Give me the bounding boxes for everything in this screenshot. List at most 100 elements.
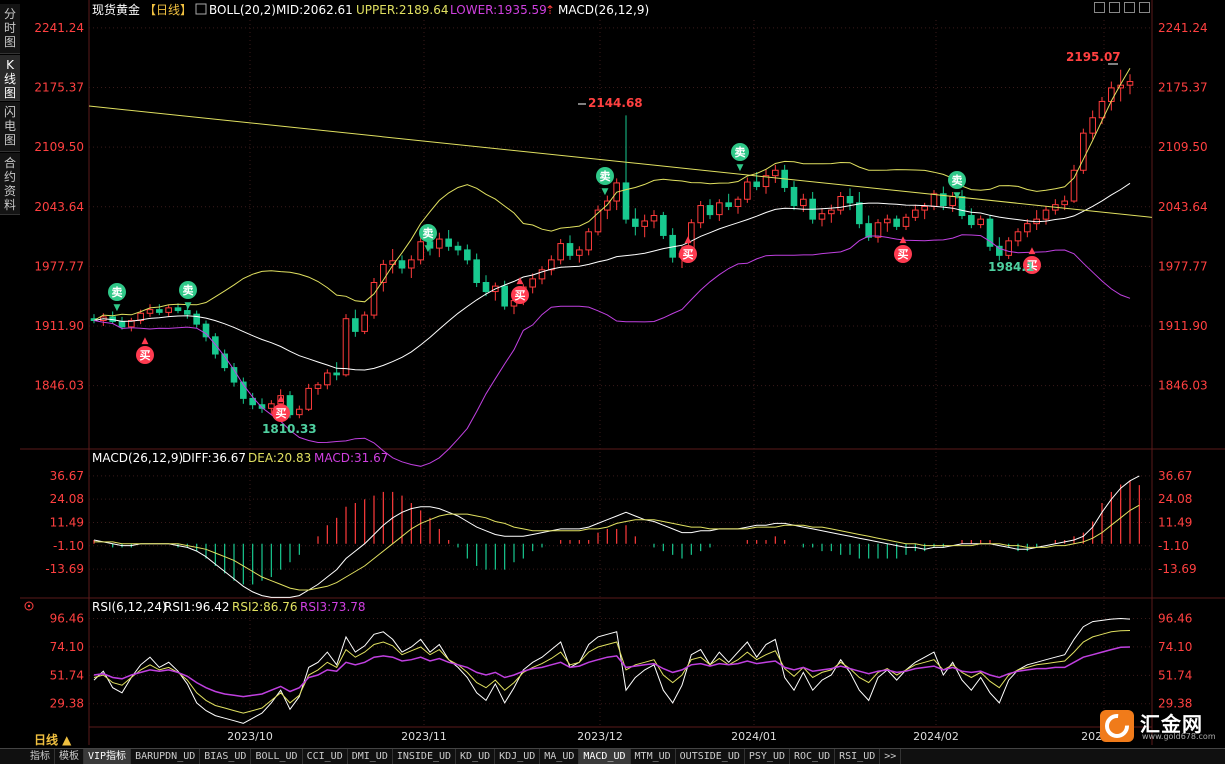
buy-signal-icon: 买▲ bbox=[511, 276, 529, 304]
signal-text: 卖 bbox=[600, 169, 611, 183]
up-arrow-icon: ▲ bbox=[278, 394, 285, 404]
peak-price-label: 2144.68 bbox=[588, 96, 643, 110]
rsi1-line bbox=[93, 617, 1131, 724]
x-tick-label: 2024/02 bbox=[913, 730, 959, 743]
candle-body bbox=[408, 259, 415, 269]
indicator-tab[interactable]: BOLL_UD bbox=[251, 749, 303, 764]
price-tick-label-left: 2175.37 bbox=[34, 81, 84, 95]
indicator-tab[interactable]: INSIDE_UD bbox=[393, 749, 457, 764]
sell-signal-icon: 卖▼ bbox=[731, 143, 749, 173]
down-arrow-icon: ▼ bbox=[954, 191, 961, 201]
sell-signal-icon: 卖▼ bbox=[179, 281, 197, 311]
candle-body bbox=[744, 181, 751, 200]
trend-line bbox=[88, 105, 1153, 218]
candle-body bbox=[482, 282, 490, 293]
indicator-tab[interactable]: MA_UD bbox=[540, 749, 580, 764]
candle-body bbox=[930, 193, 938, 207]
candle-body bbox=[828, 209, 835, 215]
candle-body bbox=[660, 215, 667, 236]
candle-body bbox=[305, 387, 312, 410]
candle-body bbox=[1024, 223, 1031, 233]
candle-body bbox=[202, 323, 210, 338]
candle-body bbox=[585, 231, 592, 251]
indicator-tab[interactable]: KD_UD bbox=[456, 749, 496, 764]
candle-body bbox=[1089, 117, 1096, 134]
price-tick-label-right: 2175.37 bbox=[1158, 81, 1208, 95]
low2-price-label: 1984.1 bbox=[988, 260, 1034, 274]
candle-body bbox=[716, 202, 723, 216]
indicator-tab[interactable]: ROC_UD bbox=[790, 749, 836, 764]
candle-body bbox=[874, 222, 882, 238]
signal-text: 卖 bbox=[183, 283, 194, 297]
indicator-tab[interactable]: 模板 bbox=[55, 749, 84, 764]
indicator-tab[interactable]: BIAS_UD bbox=[200, 749, 252, 764]
candle-body bbox=[1005, 240, 1012, 256]
indicator-tab-bar: 指标 模板 VIP指标 BARUPDN_UD BIAS_UD BOLL_UD CCI_UD D… bbox=[0, 748, 1225, 764]
indicator-tab[interactable]: OUTSIDE_UD bbox=[676, 749, 745, 764]
candle-body bbox=[314, 384, 322, 389]
up-arrow-icon: ▲ bbox=[517, 276, 524, 286]
logo-icon bbox=[1100, 710, 1134, 742]
signal-text: 卖 bbox=[423, 226, 434, 240]
price-tick-label-left: 2043.64 bbox=[34, 200, 84, 214]
price-tick-label-left: 2241.24 bbox=[34, 21, 84, 35]
rsi-tick-label-left: 51.74 bbox=[50, 668, 84, 682]
indicator-tab[interactable]: KDJ_UD bbox=[495, 749, 541, 764]
indicator-tab[interactable]: >> bbox=[880, 749, 902, 764]
symbol-name: 现货黄金 bbox=[92, 2, 140, 17]
boll-mid: MID:2062.61 bbox=[276, 3, 353, 17]
candle-body bbox=[436, 238, 443, 249]
price-tick-label-right: 1977.77 bbox=[1158, 259, 1208, 273]
candle-body bbox=[632, 218, 639, 227]
macd-tick-label-right: 11.49 bbox=[1158, 515, 1192, 529]
sell-signal-icon: 卖▼ bbox=[108, 283, 126, 313]
indicator-tab[interactable]: PSY_UD bbox=[745, 749, 790, 764]
candle-body bbox=[1014, 231, 1022, 242]
low-price-label: 1810.33 bbox=[262, 422, 317, 436]
macd-name: MACD(26,12,9) bbox=[92, 451, 183, 465]
period-button[interactable]: 日线 ▲ bbox=[34, 731, 71, 748]
indicator-tab[interactable]: MTM_UD bbox=[631, 749, 676, 764]
indicator-tab[interactable]: RSI_UD bbox=[835, 749, 881, 764]
macd-tick-label-right: -1.10 bbox=[1158, 539, 1189, 553]
candle-body bbox=[566, 243, 574, 256]
candle-body bbox=[1042, 209, 1050, 220]
price-tick-label-left: 2109.50 bbox=[34, 140, 84, 154]
indicator-tab[interactable]: MACD_UD bbox=[579, 749, 631, 764]
candle-body bbox=[734, 198, 742, 207]
rsi-1: RSI1:96.42 bbox=[164, 600, 230, 614]
trading-chart-window: 分时图 K线图 闪电图 合约资料 2241.24 2241.24 2175.37 21… bbox=[0, 0, 1225, 764]
candle-body bbox=[1126, 81, 1134, 86]
rsi-3: RSI3:73.78 bbox=[300, 600, 366, 614]
signal-text: 卖 bbox=[952, 173, 963, 187]
boll-lower-line bbox=[93, 234, 1131, 467]
candle-body bbox=[968, 215, 975, 226]
candle-body bbox=[184, 310, 191, 315]
signal-text: 卖 bbox=[735, 145, 746, 159]
macd-tag: MACD(26,12,9) bbox=[558, 3, 649, 17]
boll-toggle-icon[interactable] bbox=[195, 3, 207, 15]
logo-url: www.gold678.com bbox=[1142, 732, 1216, 741]
candle-body bbox=[902, 216, 910, 227]
candle-body bbox=[529, 278, 536, 288]
macd-value: MACD:31.67 bbox=[314, 451, 388, 465]
candle-body bbox=[576, 249, 583, 256]
indicator-tab[interactable]: CCI_UD bbox=[303, 749, 348, 764]
rsi-tick-label-right: 96.46 bbox=[1158, 611, 1192, 625]
macd-tick-label-left: 11.49 bbox=[50, 515, 84, 529]
candle-body bbox=[156, 309, 163, 313]
indicator-tab[interactable]: BARUPDN_UD bbox=[131, 749, 201, 764]
macd-tick-label-left: -1.10 bbox=[53, 539, 84, 553]
indicator-tab[interactable]: VIP指标 bbox=[84, 749, 132, 764]
indicator-tab[interactable]: DMI_UD bbox=[348, 749, 393, 764]
candle-body bbox=[212, 336, 219, 355]
x-tick-label: 2023/11 bbox=[401, 730, 447, 743]
candle-body bbox=[445, 238, 452, 247]
macd-tick-label-left: 36.67 bbox=[50, 469, 84, 483]
up-arrow-icon: ⇡ bbox=[545, 3, 555, 17]
candle-body bbox=[324, 372, 331, 386]
down-arrow-icon: ▼ bbox=[737, 163, 744, 173]
price-tick-label-left: 1911.90 bbox=[34, 319, 84, 333]
logo: 汇金网 www.gold678.com bbox=[1100, 708, 1220, 744]
indicator-tab[interactable]: 指标 bbox=[26, 749, 55, 764]
